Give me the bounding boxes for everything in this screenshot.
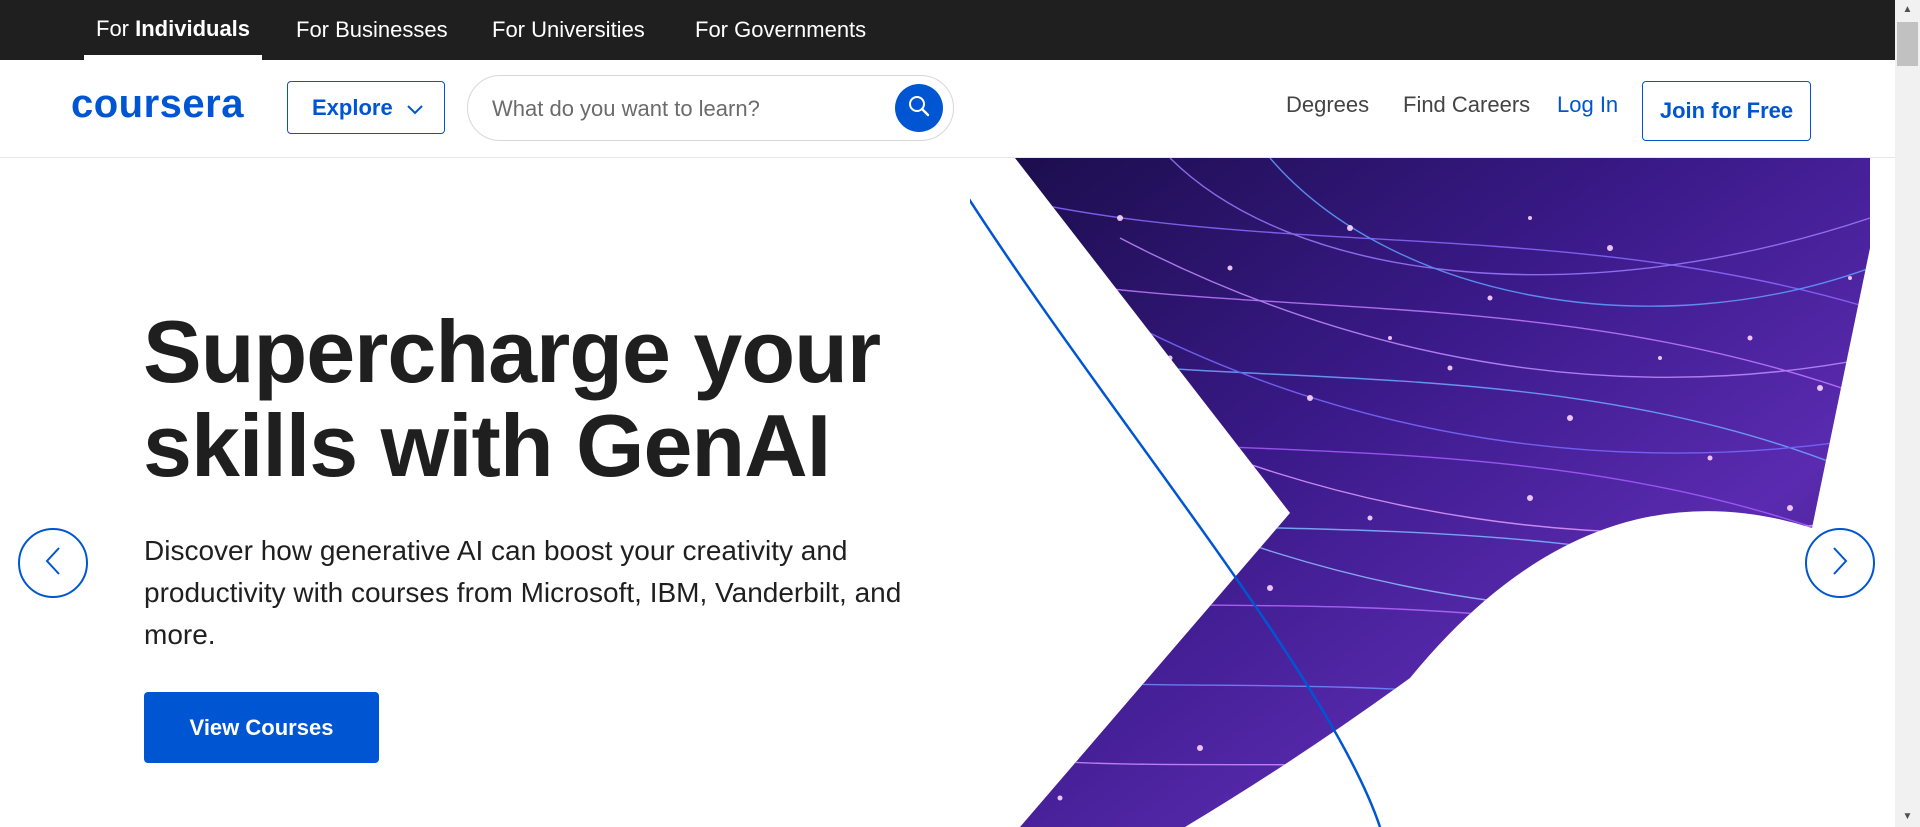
view-courses-button[interactable]: View Courses <box>144 692 379 763</box>
tab-prefix: For <box>96 16 136 41</box>
log-in-link[interactable]: Log In <box>1557 92 1618 118</box>
join-for-free-button[interactable]: Join for Free <box>1642 81 1811 141</box>
search-button[interactable] <box>895 84 943 132</box>
scroll-down-icon[interactable]: ▼ <box>1895 807 1920 827</box>
tab-for-individuals[interactable]: For Individuals <box>84 0 263 60</box>
degrees-link[interactable]: Degrees <box>1286 92 1369 118</box>
page-scrollbar[interactable]: ▲ ▼ <box>1895 0 1920 827</box>
main-header: coursera Explore Degrees Find Careers Lo… <box>0 60 1895 158</box>
hero-title-line: Supercharge your <box>143 302 881 401</box>
search-box <box>467 75 954 141</box>
explore-button[interactable]: Explore <box>287 81 445 134</box>
search-icon <box>908 95 930 122</box>
scroll-thumb[interactable] <box>1897 22 1918 66</box>
chevron-down-icon <box>406 95 423 121</box>
tab-bold-label: Individuals <box>135 16 251 41</box>
find-careers-link[interactable]: Find Careers <box>1403 92 1530 118</box>
audience-bar: For Individuals For Businesses For Unive… <box>0 0 1895 60</box>
hero-title-line: skills with GenAI <box>143 396 831 495</box>
explore-label: Explore <box>312 94 393 120</box>
tab-for-governments[interactable]: For Governments <box>683 0 878 60</box>
chevron-right-icon <box>1831 546 1849 581</box>
search-input[interactable] <box>490 90 874 128</box>
hero-image <box>970 158 1870 827</box>
carousel-next-button[interactable] <box>1805 528 1875 598</box>
hero-title: Supercharge your skills with GenAI <box>143 302 881 495</box>
coursera-logo[interactable]: coursera <box>71 82 244 127</box>
tab-for-businesses[interactable]: For Businesses <box>284 0 460 60</box>
hero-subtitle: Discover how generative AI can boost you… <box>144 535 902 650</box>
tab-for-universities[interactable]: For Universities <box>480 0 657 60</box>
scroll-up-icon[interactable]: ▲ <box>1895 0 1920 20</box>
chevron-left-icon <box>44 546 62 581</box>
carousel-prev-button[interactable] <box>18 528 88 598</box>
